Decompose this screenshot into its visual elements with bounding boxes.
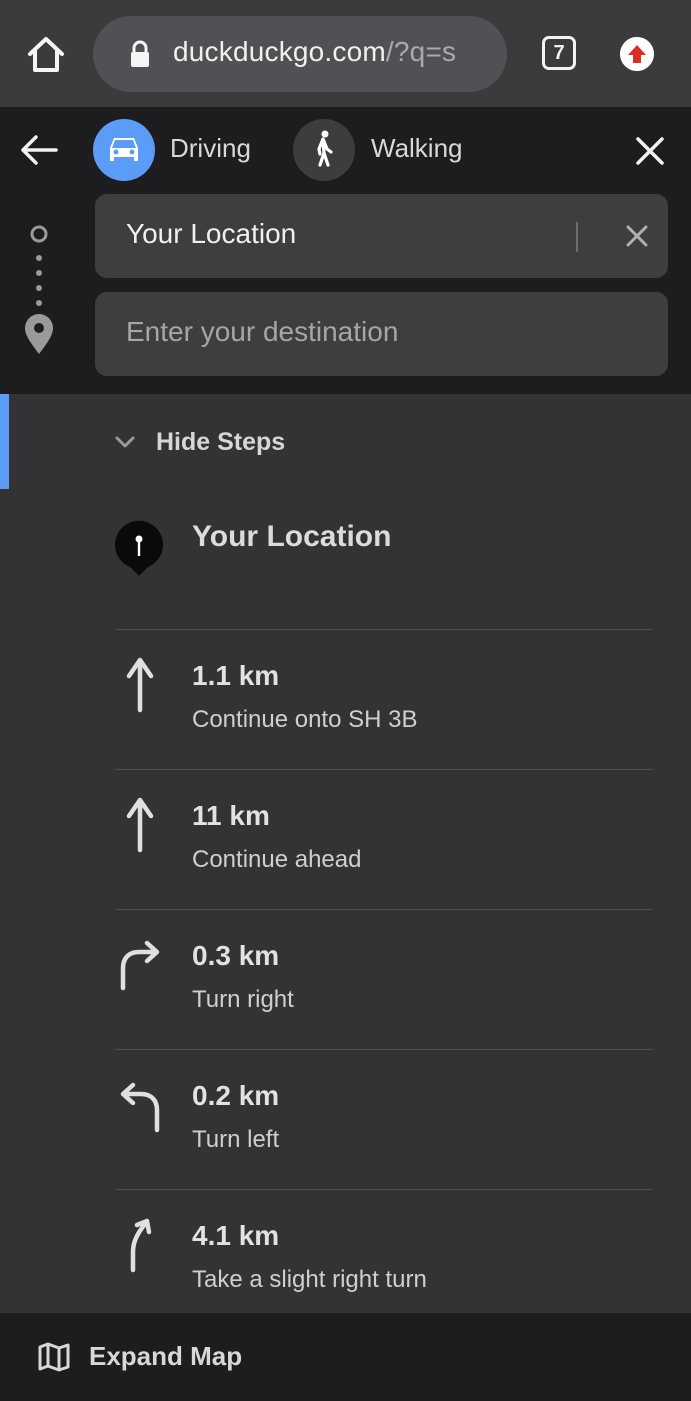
arrow-straight-icon <box>126 657 154 713</box>
close-icon[interactable] <box>634 135 666 167</box>
step-row: 1.1 km Continue onto SH 3B <box>115 629 653 770</box>
step-row: 11 km Continue ahead <box>115 769 653 910</box>
chevron-down-icon <box>115 436 135 448</box>
arrow-straight-icon <box>126 797 154 853</box>
directions-header: Driving Walking Your Location Enter your… <box>0 107 691 394</box>
expand-map-label: Expand Map <box>89 1341 243 1371</box>
url-domain: duckduckgo.com <box>173 36 386 67</box>
url-path: /?q=s <box>385 36 457 67</box>
url-text: duckduckgo.com/?q=s <box>173 36 456 68</box>
step-instruction: Take a slight right turn <box>192 1266 427 1293</box>
step-distance: 1.1 km <box>192 660 280 691</box>
panel-accent-bar <box>0 394 9 489</box>
step-instruction: Continue ahead <box>192 846 362 873</box>
address-bar[interactable]: duckduckgo.com/?q=s <box>93 16 507 92</box>
browser-toolbar: duckduckgo.com/?q=s 7 <box>0 0 691 107</box>
mode-driving-label[interactable]: Driving <box>170 133 251 164</box>
slight-right-icon <box>130 1218 152 1273</box>
field-divider <box>576 222 578 252</box>
update-icon[interactable] <box>620 37 654 71</box>
turn-left-icon <box>120 1082 160 1133</box>
step-row: 0.2 km Turn left <box>115 1049 653 1190</box>
origin-input[interactable]: Your Location <box>126 218 296 250</box>
walking-person-icon <box>317 130 333 167</box>
destination-input[interactable]: Enter your destination <box>126 316 398 348</box>
steps-panel: Hide Steps Your Location 1.1 km Continue… <box>0 394 691 1313</box>
step-distance: 0.2 km <box>192 1080 280 1111</box>
step-row: 0.3 km Turn right <box>115 909 653 1050</box>
step-instruction: Turn right <box>192 986 294 1013</box>
step-distance: 4.1 km <box>192 1220 280 1251</box>
back-arrow-icon[interactable] <box>18 133 60 167</box>
step-distance: 11 km <box>192 800 270 831</box>
clear-icon[interactable] <box>625 224 649 248</box>
turn-right-icon <box>120 940 160 991</box>
mode-walking-label[interactable]: Walking <box>371 133 463 164</box>
home-icon[interactable] <box>22 30 70 78</box>
origin-pin-icon <box>115 520 163 576</box>
lock-icon <box>131 40 149 67</box>
mode-driving-button[interactable] <box>93 119 155 181</box>
tab-switcher-button[interactable]: 7 <box>542 36 576 70</box>
step-instruction: Turn left <box>192 1126 280 1153</box>
car-icon <box>110 138 138 161</box>
mode-walking-button[interactable] <box>293 119 355 181</box>
origin-title: Your Location <box>192 520 392 553</box>
origin-field[interactable]: Your Location <box>95 194 668 278</box>
destination-field[interactable]: Enter your destination <box>95 292 668 376</box>
hide-steps-label: Hide Steps <box>156 428 286 456</box>
step-distance: 0.3 km <box>192 940 280 971</box>
step-instruction: Continue onto SH 3B <box>192 706 418 733</box>
map-icon <box>38 1342 70 1372</box>
step-row: 4.1 km Take a slight right turn <box>115 1189 653 1330</box>
route-line-icon <box>25 225 53 354</box>
expand-map-bar[interactable]: Expand Map <box>0 1313 691 1401</box>
